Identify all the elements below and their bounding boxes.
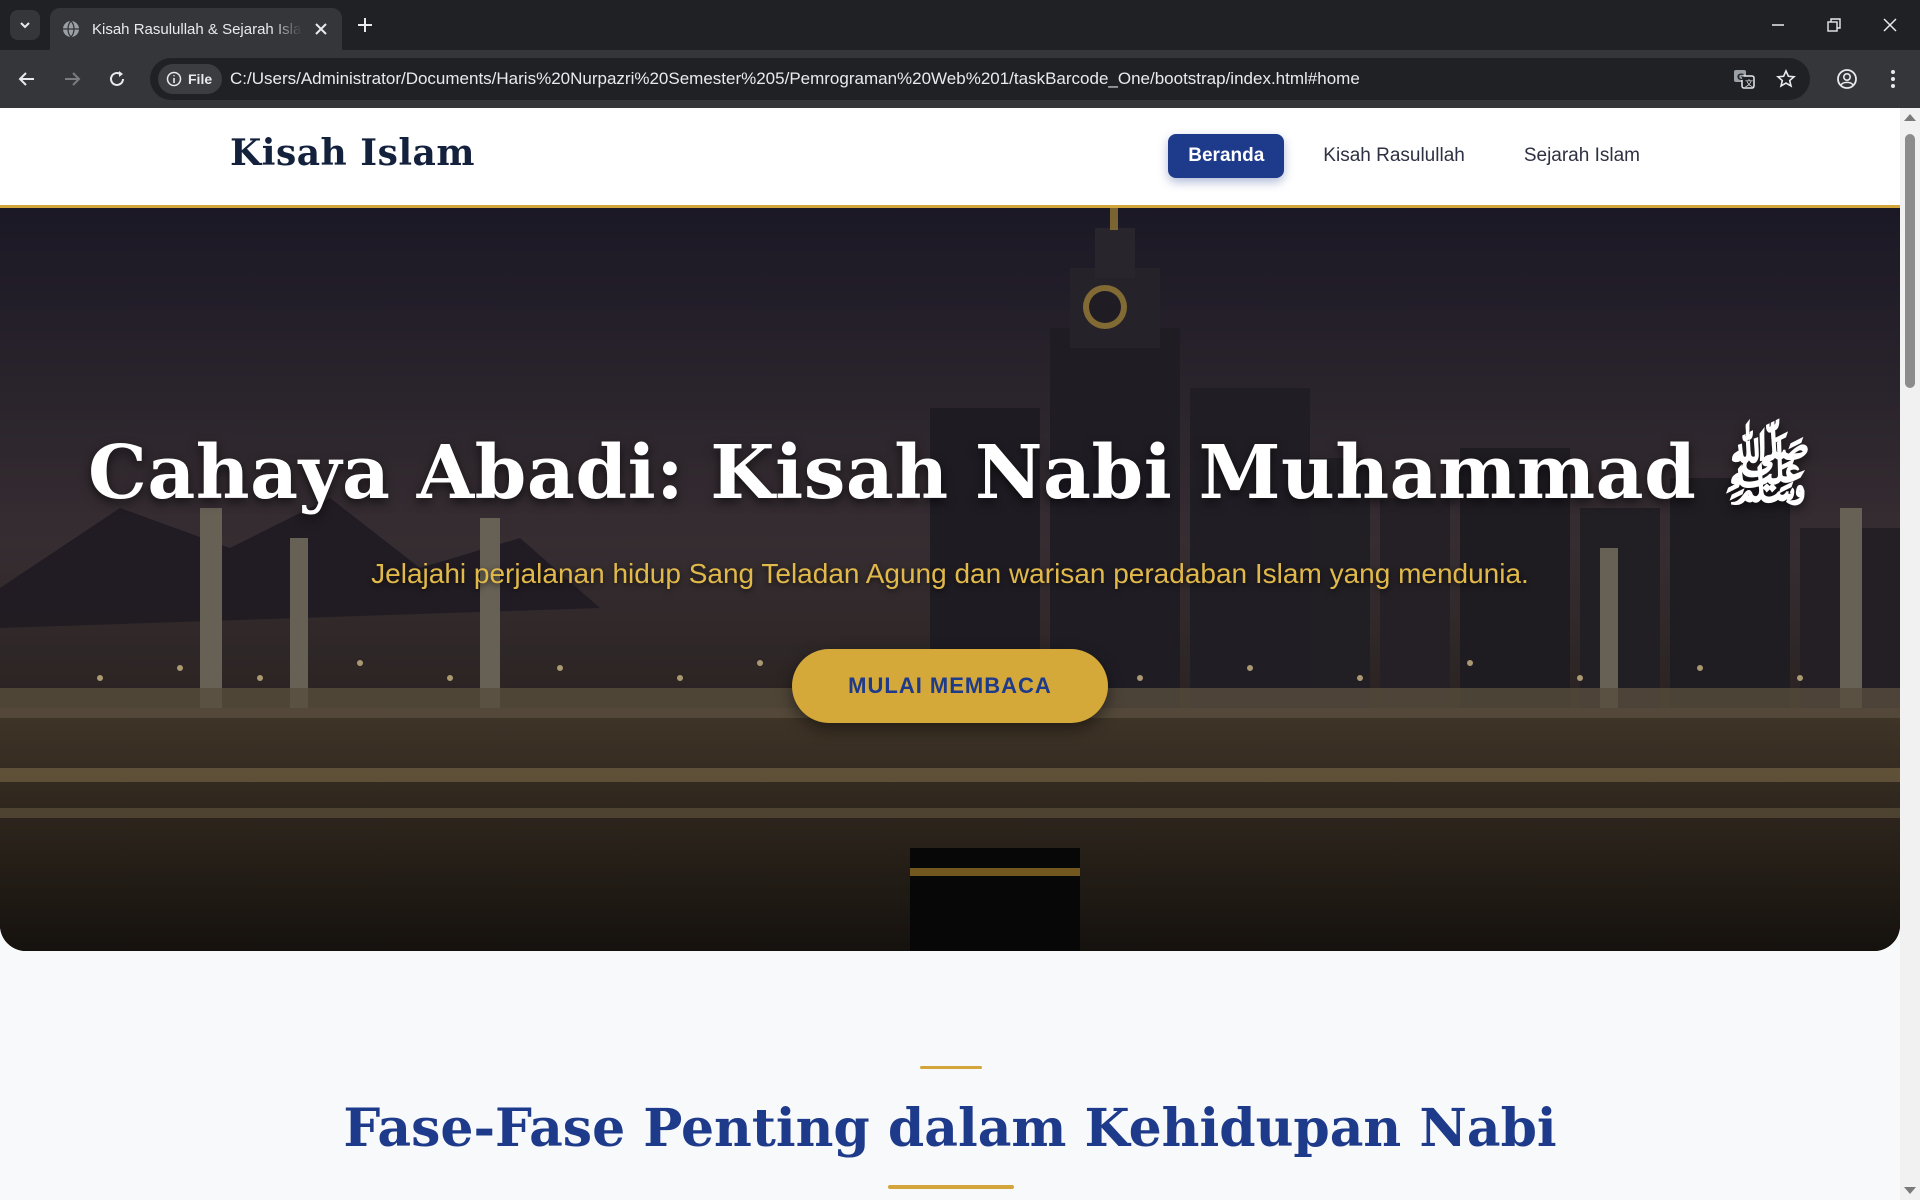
tab-title: Kisah Rasulullah & Sejarah Islam — [92, 20, 302, 38]
minimize-icon[interactable] — [1758, 10, 1798, 40]
back-arrow-icon[interactable] — [11, 63, 43, 95]
address-bar[interactable]: File C:/Users/Administrator/Documents/Ha… — [150, 58, 1810, 100]
hero-title: Cahaya Abadi: Kisah Nabi Muhammad ﷺ — [87, 430, 1813, 516]
bookmark-star-icon[interactable] — [1774, 67, 1798, 91]
profile-icon[interactable] — [1831, 63, 1863, 95]
close-window-icon[interactable] — [1870, 10, 1910, 40]
site-info-chip[interactable]: File — [158, 64, 223, 94]
nav-link-kisah-rasulullah[interactable]: Kisah Rasulullah — [1303, 134, 1485, 178]
page-viewport: Kisah Islam Beranda Kisah Rasulullah Sej… — [0, 108, 1900, 1200]
scroll-up-arrow-icon[interactable] — [1904, 114, 1916, 121]
forward-arrow-icon[interactable] — [56, 63, 88, 95]
hero-content: Cahaya Abadi: Kisah Nabi Muhammad ﷺ Jela… — [0, 208, 1900, 951]
page-scrollbar[interactable] — [1900, 108, 1920, 1200]
reload-icon[interactable] — [101, 63, 133, 95]
browser-tab[interactable]: Kisah Rasulullah & Sejarah Islam — [50, 8, 342, 50]
nav-links: Beranda Kisah Rasulullah Sejarah Islam — [1149, 134, 1660, 178]
tab-search-chevron-icon[interactable] — [10, 10, 40, 40]
restore-icon[interactable] — [1814, 10, 1854, 40]
menu-kebab-icon[interactable] — [1877, 63, 1909, 95]
new-tab-plus-icon[interactable] — [352, 12, 378, 38]
svg-text:G: G — [1737, 73, 1744, 83]
hero-section: Cahaya Abadi: Kisah Nabi Muhammad ﷺ Jela… — [0, 208, 1900, 951]
section-divider-top — [920, 1066, 982, 1069]
svg-text:文: 文 — [1745, 78, 1753, 88]
start-reading-button[interactable]: MULAI MEMBACA — [792, 649, 1108, 723]
section-divider-bottom — [888, 1185, 1014, 1189]
nav-link-beranda[interactable]: Beranda — [1168, 134, 1285, 178]
site-brand[interactable]: Kisah Islam — [230, 132, 475, 174]
close-tab-icon[interactable] — [312, 20, 330, 38]
site-navbar: Kisah Islam Beranda Kisah Rasulullah Sej… — [0, 108, 1900, 208]
url-text[interactable]: C:/Users/Administrator/Documents/Haris%2… — [230, 58, 1360, 100]
scroll-thumb[interactable] — [1905, 134, 1915, 388]
nav-link-sejarah-islam[interactable]: Sejarah Islam — [1504, 134, 1660, 178]
info-icon — [166, 71, 182, 87]
globe-icon — [62, 20, 80, 38]
hero-subtitle: Jelajahi perjalanan hidup Sang Teladan A… — [371, 558, 1529, 589]
browser-tab-bar: Kisah Rasulullah & Sejarah Islam — [0, 0, 1920, 50]
scroll-down-arrow-icon[interactable] — [1904, 1187, 1916, 1194]
section-title: Fase-Fase Penting dalam Kehidupan Nabi — [343, 1098, 1557, 1159]
translate-icon[interactable]: G文 — [1732, 67, 1756, 91]
file-chip-label: File — [188, 71, 213, 87]
browser-toolbar: File C:/Users/Administrator/Documents/Ha… — [0, 50, 1920, 108]
